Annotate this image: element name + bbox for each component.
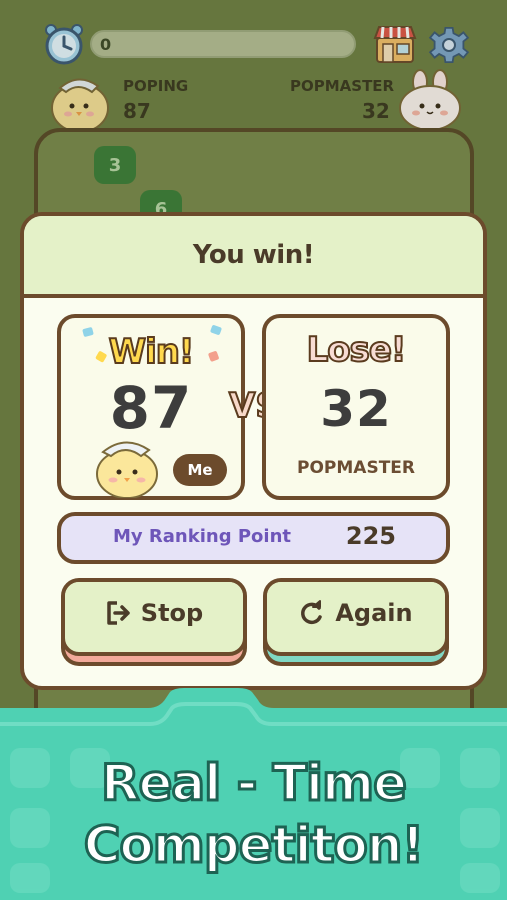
me-badge: Me (173, 454, 227, 486)
exit-icon (107, 601, 130, 625)
my-final-score: 87 (109, 374, 193, 442)
replay-icon (301, 600, 323, 625)
opponent-final-score: 32 (320, 380, 392, 438)
banner-line-1: Real - Time (99, 753, 408, 814)
ranking-point-bar: My Ranking Point 225 (57, 512, 450, 564)
again-button-label: Again (335, 599, 413, 627)
opponent-name: POPMASTER (297, 458, 415, 478)
popup-header: You win! (24, 216, 483, 298)
ranking-point-value: 225 (345, 522, 396, 550)
banner-line-2: Competiton! (82, 815, 426, 876)
stop-button[interactable]: Stop (61, 578, 247, 656)
again-button[interactable]: Again (263, 578, 449, 656)
lose-label: Lose! (306, 329, 408, 371)
popup-title: You win! (192, 240, 315, 270)
ranking-point-label: My Ranking Point (113, 526, 291, 547)
win-label: Win! (108, 331, 196, 373)
chick-character-icon (96, 441, 158, 498)
opponent-result-card: Lose! 32 POPMASTER (262, 314, 450, 500)
result-popup: You win! Win! 87 Me VS Lose! 32 POPMASTE… (20, 212, 487, 690)
stop-button-label: Stop (140, 599, 204, 627)
my-result-card: Win! 87 Me (57, 314, 245, 500)
